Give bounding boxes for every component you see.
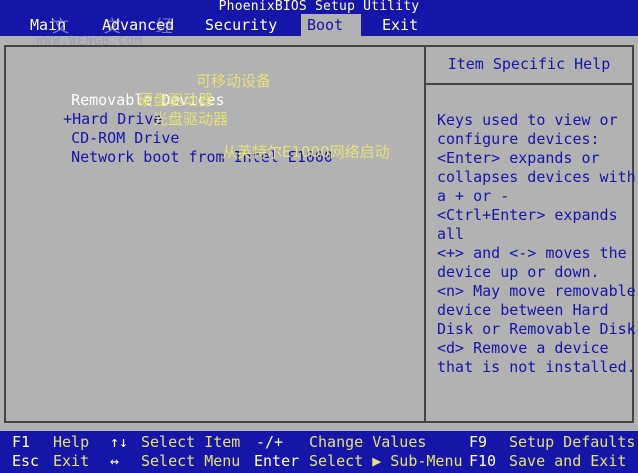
- help-line: Keys used to view or: [437, 111, 618, 129]
- esc-key[interactable]: Esc: [12, 452, 39, 471]
- help-line: <+> and <-> moves the: [437, 244, 627, 262]
- help-panel: Item Specific Help Keys used to view or …: [424, 45, 636, 423]
- help-title: Item Specific Help: [426, 47, 632, 85]
- help-line: <d> Remove a device: [437, 339, 609, 357]
- f1-key[interactable]: F1: [12, 433, 30, 452]
- minus-plus-desc: Change Values: [309, 433, 427, 451]
- left-right-arrows-icon[interactable]: ↔: [110, 452, 119, 471]
- help-line: all: [437, 225, 465, 243]
- help-line: configure devices:: [437, 130, 600, 148]
- menu-boot[interactable]: Boot: [301, 14, 361, 36]
- enter-desc: Select ▶ Sub-Menu: [309, 452, 463, 470]
- f9-key[interactable]: F9: [469, 433, 487, 452]
- minus-plus-key[interactable]: -/+: [256, 433, 283, 452]
- arrows-ud-desc: Select Item: [141, 433, 241, 451]
- help-line: Disk or Removable Disk: [437, 320, 636, 338]
- help-line: a + or -: [437, 187, 510, 205]
- arrows-lr-desc: Select Menu: [141, 452, 241, 470]
- menu-security[interactable]: Security: [199, 14, 283, 36]
- f1-desc: Help: [53, 433, 90, 451]
- menu-exit[interactable]: Exit: [376, 14, 424, 36]
- help-line: <n> May move removable: [437, 282, 636, 300]
- annotation-removable: 可移动设备: [196, 72, 272, 90]
- f9-desc: Setup Defaults: [509, 433, 636, 451]
- esc-desc: Exit: [53, 452, 90, 470]
- help-line: collapses devices with: [437, 168, 636, 186]
- annotation-hard-drive: 硬盘驱动器: [138, 91, 214, 109]
- help-line: <Enter> expands or: [437, 149, 600, 167]
- f10-desc: Save and Exit: [509, 452, 627, 470]
- annotation-network: 从英特尔E1000网络启动: [222, 143, 390, 161]
- enter-key[interactable]: Enter: [254, 452, 299, 471]
- help-line: device between Hard: [437, 301, 609, 319]
- up-down-arrows-icon[interactable]: ↑↓: [110, 433, 128, 452]
- annotation-cdrom: 光盘驱动器: [153, 110, 229, 128]
- help-line: device up or down.: [437, 263, 600, 281]
- f10-key[interactable]: F10: [469, 452, 496, 471]
- help-line: <Ctrl+Enter> expands: [437, 206, 618, 224]
- key-legend: F1 Help ↑↓ Select Item -/+ Change Values…: [0, 431, 638, 473]
- help-line: that is not installed.: [437, 358, 636, 376]
